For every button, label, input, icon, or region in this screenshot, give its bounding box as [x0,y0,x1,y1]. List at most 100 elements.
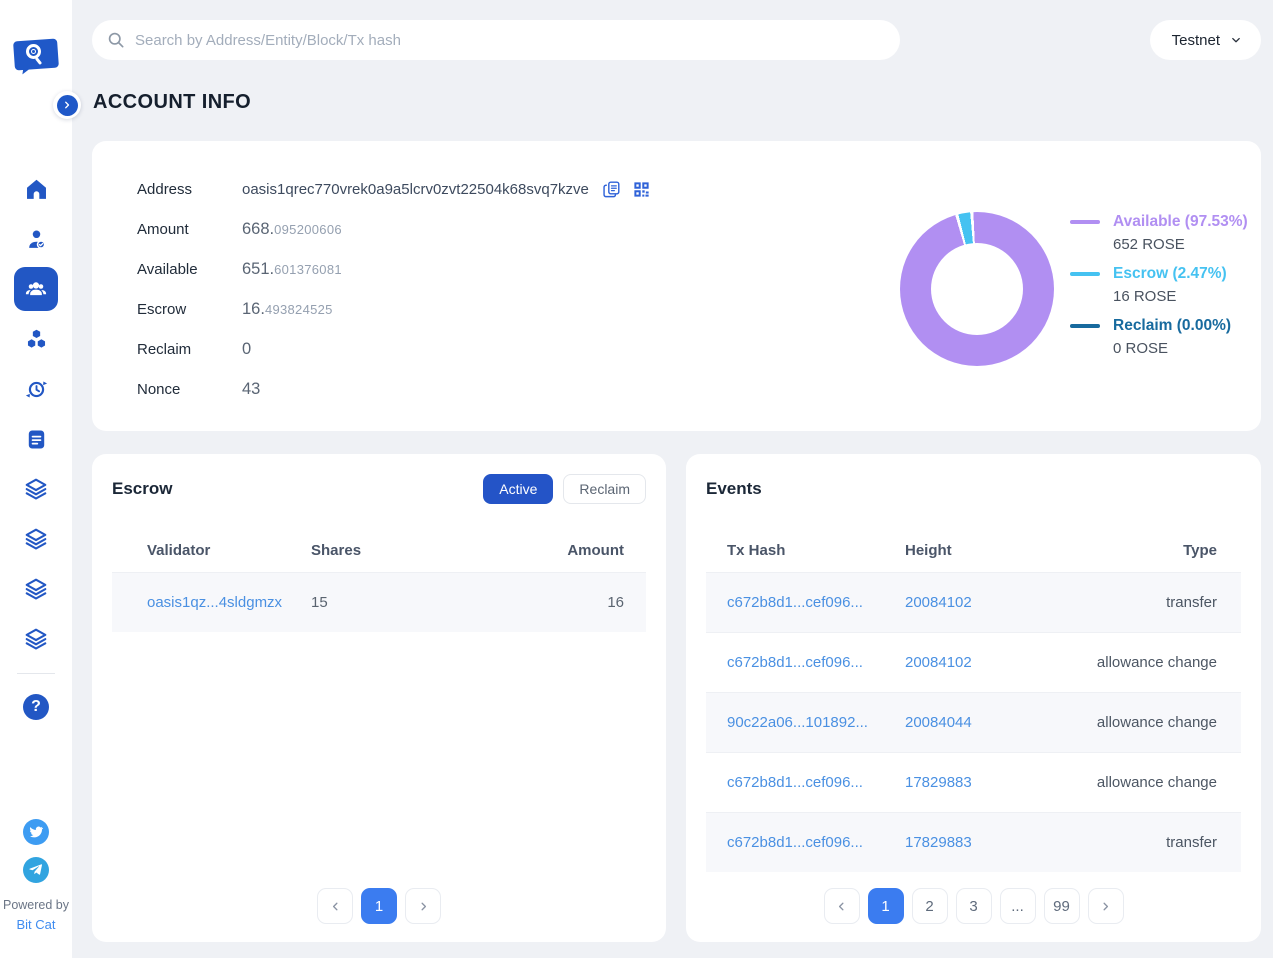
tx-hash-link[interactable]: c672b8d1...cef096... [727,774,863,791]
amount-value: 16 [526,594,646,611]
page-button-3[interactable]: 3 [956,888,992,924]
events-panel: Events Tx Hash Height Type c672b8d1...ce… [686,454,1261,942]
column-validator: Validator [112,542,311,559]
sidebar-item-help[interactable]: ? [0,682,72,732]
topbar: Testnet [92,20,1261,60]
field-value-main: 43 [242,380,260,398]
events-table-header: Tx Hash Height Type [706,528,1241,572]
escrow-title: Escrow [112,479,172,499]
shares-value: 15 [311,594,526,611]
qr-code-button[interactable] [632,180,651,199]
tx-hash-link[interactable]: c672b8d1...cef096... [727,834,863,851]
sidebar-item-home[interactable] [0,164,72,214]
column-type: Type [1051,542,1241,559]
escrow-tabs: Active Reclaim [483,474,646,504]
sidebar-item-paratime-1[interactable] [0,464,72,514]
legend-label: Reclaim (0.00%) [1113,317,1231,335]
account-field-row: Escrow 16.493824525 [137,289,900,329]
sidebar-collapse-button[interactable] [53,91,81,119]
legend-item-available: Available (97.53%) 652 ROSE [1070,213,1248,254]
sidebar-item-validators[interactable] [0,214,72,264]
account-field-row: Available 651.601376081 [137,249,900,289]
event-type: allowance change [1051,654,1241,671]
field-value-main: 668. [242,220,274,238]
chart-legend: Available (97.53%) 652 ROSE Escrow (2.47… [1070,213,1248,358]
network-selector[interactable]: Testnet [1150,20,1261,60]
field-value-decimals: 095200606 [274,222,342,237]
column-tx-hash: Tx Hash [706,542,905,559]
chevron-down-icon [1229,33,1243,47]
chevron-right-icon [1099,900,1112,913]
field-label: Available [137,261,242,278]
prev-page-button[interactable] [824,888,860,924]
layers-icon [23,476,49,502]
page-button-2[interactable]: 2 [912,888,948,924]
column-shares: Shares [311,542,526,559]
legend-label: Available (97.53%) [1113,213,1248,231]
height-link[interactable]: 20084102 [905,654,972,671]
social-links [23,819,49,883]
escrow-panel: Escrow Active Reclaim Validator Shares A… [92,454,666,942]
telegram-icon[interactable] [23,857,49,883]
legend-value: 0 ROSE [1113,340,1231,358]
page-button-1[interactable]: 1 [361,888,397,924]
page-button-1[interactable]: 1 [868,888,904,924]
page-button-99[interactable]: 99 [1044,888,1080,924]
sidebar-item-paratime-2[interactable] [0,514,72,564]
layers-icon [23,576,49,602]
sidebar-item-transactions[interactable] [0,364,72,414]
sidebar-item-accounts[interactable] [0,264,72,314]
account-field-row: Reclaim 0 [137,329,900,369]
tx-hash-link[interactable]: c672b8d1...cef096... [727,654,863,671]
field-label: Amount [137,221,242,238]
sidebar-item-blocks[interactable] [0,314,72,364]
escrow-table: Validator Shares Amount oasis1qz...4sldg… [112,528,646,632]
field-value-main: 16. [242,300,265,318]
event-type: transfer [1051,594,1241,611]
sidebar-divider [17,673,55,674]
search-input[interactable] [135,32,886,49]
legend-label: Escrow (2.47%) [1113,265,1227,283]
sidebar-item-paratime-3[interactable] [0,564,72,614]
next-page-button[interactable] [405,888,441,924]
tab-reclaim[interactable]: Reclaim [563,474,646,504]
next-page-button[interactable] [1088,888,1124,924]
height-link[interactable]: 20084044 [905,714,972,731]
event-type: allowance change [1051,774,1241,791]
chevron-right-icon [57,95,78,116]
field-value-main: 0 [242,340,251,358]
accounts-icon [23,276,49,302]
page-ellipsis[interactable]: ... [1000,888,1036,924]
sidebar-item-proposals[interactable] [0,414,72,464]
account-field-row: Amount 668.095200606 [137,209,900,249]
height-link[interactable]: 17829883 [905,834,972,851]
field-value-decimals: 601376081 [274,262,342,277]
tx-hash-link[interactable]: c672b8d1...cef096... [727,594,863,611]
tx-hash-link[interactable]: 90c22a06...101892... [727,714,868,731]
account-field-row: Nonce 43 [137,369,900,409]
copy-address-button[interactable] [602,180,621,199]
bitcat-link[interactable]: Bit Cat [16,917,55,932]
height-link[interactable]: 17829883 [905,774,972,791]
twitter-icon[interactable] [23,819,49,845]
search-bar [92,20,900,60]
legend-swatch [1070,220,1100,224]
oasisscan-logo[interactable] [13,38,59,78]
events-table-row: c672b8d1...cef096... 20084102 allowance … [706,632,1241,692]
main-content: Testnet ACCOUNT INFO Address oasis1qrec7… [72,0,1273,942]
field-label: Reclaim [137,341,242,358]
qr-code-icon [632,180,651,199]
donut-chart [900,212,1054,366]
height-link[interactable]: 20084102 [905,594,972,611]
events-table: Tx Hash Height Type c672b8d1...cef096...… [706,528,1241,872]
events-table-row: c672b8d1...cef096... 20084102 transfer [706,572,1241,632]
powered-by-text: Powered by [3,898,69,912]
validator-link[interactable]: oasis1qz...4sldgmzx [147,594,282,611]
legend-swatch [1070,324,1100,328]
legend-item-reclaim: Reclaim (0.00%) 0 ROSE [1070,317,1248,358]
sidebar-item-paratime-4[interactable] [0,614,72,664]
prev-page-button[interactable] [317,888,353,924]
tab-active[interactable]: Active [483,474,553,504]
account-fields: Address oasis1qrec770vrek0a9a5lcrv0zvt22… [137,169,900,431]
sidebar-nav [0,164,72,664]
